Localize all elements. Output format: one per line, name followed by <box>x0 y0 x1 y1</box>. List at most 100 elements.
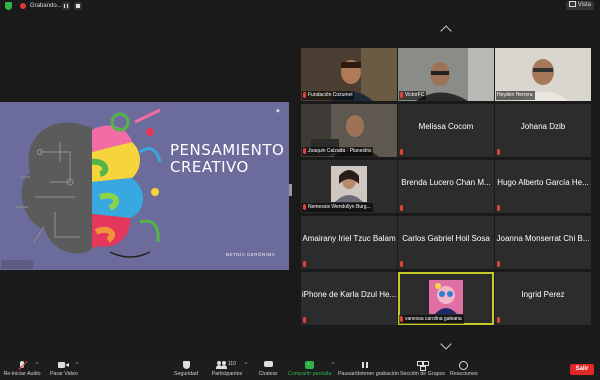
participants-label: Participantes <box>211 371 243 377</box>
muted-mic-icon <box>400 149 403 155</box>
chevron-up-icon: ^ <box>332 362 335 368</box>
slide-title: Pensamiento creativo <box>170 142 284 176</box>
slide-author: Betnía Gerónima <box>226 252 276 257</box>
participant-tile[interactable]: Heyden Herrera <box>495 48 591 101</box>
shield-icon[interactable] <box>5 2 12 10</box>
recording-label: Grabando... <box>30 3 62 9</box>
share-options-caret[interactable]: ^ <box>329 359 335 380</box>
chevron-up-icon: ^ <box>245 362 248 368</box>
participant-tile[interactable]: Ingrid Perez <box>495 272 591 325</box>
participant-name: Joaquin Calzada - Planestra <box>302 147 373 156</box>
chevron-up-icon <box>440 25 452 37</box>
participant-name: VictorFC <box>399 91 427 100</box>
recording-icon <box>20 3 26 9</box>
participant-tile[interactable]: Joaquin Calzada - Planestra <box>301 104 397 157</box>
chevron-up-icon: ^ <box>36 362 39 368</box>
grid-icon <box>568 1 576 8</box>
chevron-up-icon: ^ <box>76 362 79 368</box>
shared-screen[interactable]: Pensamiento creativo ◆ Betnía Gerónima <box>0 102 289 270</box>
participant-name: Heyden Herrera <box>496 91 535 100</box>
participant-name: Nemessis Wendollyn Burg... <box>302 203 373 212</box>
participant-name: Fundación Cozumel <box>302 91 355 100</box>
muted-mic-icon <box>497 205 500 211</box>
video-options-caret[interactable]: ^ <box>73 359 79 380</box>
muted-mic-icon <box>400 91 403 98</box>
view-label: Vista <box>577 2 591 8</box>
muted-mic-icon <box>303 91 306 98</box>
participant-name: vanessa carolina galeana <box>399 315 464 324</box>
muted-mic-icon <box>497 261 500 267</box>
participant-tile[interactable]: Joanna Monserrat Chi B... <box>495 216 591 269</box>
participant-tile[interactable]: Melissa Cocom <box>398 104 494 157</box>
muted-mic-icon <box>497 149 500 155</box>
share-screen-label: Compartir pantalla <box>288 371 332 377</box>
muted-mic-icon <box>303 147 306 154</box>
chevron-down-icon <box>440 338 452 350</box>
muted-mic-icon <box>303 261 306 267</box>
participant-name: Johana Dzib <box>520 122 566 131</box>
participant-tile[interactable]: Brenda Lucero Chan M... <box>398 160 494 213</box>
recording-controls-label: Pausar/detener grabación <box>338 371 399 377</box>
split-handle[interactable] <box>289 184 292 196</box>
top-bar: Grabando... Vista <box>0 0 600 12</box>
participants-icon: 110 <box>215 361 239 370</box>
share-screen-icon: ↑ <box>304 361 315 370</box>
share-screen-button[interactable]: ↑ Compartir pantalla <box>288 359 332 380</box>
brain-illustration <box>16 108 162 258</box>
audio-options-caret[interactable]: ^ <box>33 359 39 380</box>
participant-tile[interactable]: Johana Dzib <box>495 104 591 157</box>
breakout-rooms-button[interactable]: Sección de Grupos <box>400 359 446 380</box>
participants-button[interactable]: 110 Participantes <box>210 359 244 380</box>
muted-mic-icon <box>303 203 306 210</box>
participant-avatar <box>331 166 367 202</box>
participant-name: Hugo Alberto García He... <box>497 178 589 187</box>
participant-tile[interactable]: iPhone de Karla Dzul He... <box>301 272 397 325</box>
participant-name: Joanna Monserrat Chi B... <box>496 234 590 243</box>
participant-name: Melissa Cocom <box>418 122 474 131</box>
slide-controls[interactable] <box>1 260 33 269</box>
participants-options-caret[interactable]: ^ <box>242 359 248 380</box>
gallery-next-button[interactable] <box>439 338 453 351</box>
participant-tile[interactable]: Amairany Iriel Tzuc Balam <box>301 216 397 269</box>
participant-tile[interactable]: Carlos Gabriel Hoil Sosa <box>398 216 494 269</box>
shield-icon <box>181 361 192 370</box>
reactions-label: Reacciones <box>450 371 478 377</box>
participant-name: Brenda Lucero Chan M... <box>401 178 491 187</box>
smiley-icon <box>458 361 469 370</box>
recording-controls-button[interactable]: Pausar/detener grabación <box>338 359 399 380</box>
video-camera-icon <box>57 361 69 370</box>
participant-tile[interactable]: VictorFC <box>398 48 494 101</box>
slide-title-line2: creativo <box>170 158 249 176</box>
participant-name: Carlos Gabriel Hoil Sosa <box>402 234 490 243</box>
participant-name: Ingrid Perez <box>521 290 565 299</box>
gallery-prev-button[interactable] <box>439 24 453 37</box>
chat-label: Chatear <box>258 371 278 377</box>
pause-recording-button[interactable] <box>62 2 70 10</box>
security-label: Seguridad <box>173 371 199 377</box>
muted-mic-icon <box>400 205 403 211</box>
participant-tile[interactable]: Hugo Alberto García He... <box>495 160 591 213</box>
breakout-rooms-label: Sección de Grupos <box>400 371 446 377</box>
participant-tile[interactable]: Nemessis Wendollyn Burg... <box>301 160 397 213</box>
participants-count: 110 <box>228 361 236 367</box>
participant-tile-active-speaker[interactable]: vanessa carolina galeana <box>398 272 494 325</box>
leave-button[interactable]: Salir <box>570 364 594 375</box>
chat-bubble-icon <box>263 361 274 370</box>
muted-mic-icon <box>303 317 306 323</box>
participant-tile[interactable]: Fundación Cozumel <box>301 48 397 101</box>
slide-corner-mark-icon: ◆ <box>276 108 280 114</box>
participant-name: iPhone de Karla Dzul He... <box>301 290 397 299</box>
security-button[interactable]: Seguridad <box>172 359 200 380</box>
muted-mic-icon <box>400 315 403 322</box>
record-pause-icon <box>361 361 372 370</box>
reactions-button[interactable]: Reacciones <box>450 359 478 380</box>
participant-avatar <box>429 280 463 314</box>
microphone-muted-icon <box>17 360 28 371</box>
chat-button[interactable]: Chatear <box>256 359 280 380</box>
breakout-rooms-icon <box>416 361 429 371</box>
muted-mic-icon <box>400 261 403 267</box>
stop-recording-button[interactable] <box>74 2 82 10</box>
view-button[interactable]: Vista <box>565 1 594 10</box>
participant-name: Amairany Iriel Tzuc Balam <box>302 234 396 243</box>
muted-mic-icon <box>497 317 500 323</box>
